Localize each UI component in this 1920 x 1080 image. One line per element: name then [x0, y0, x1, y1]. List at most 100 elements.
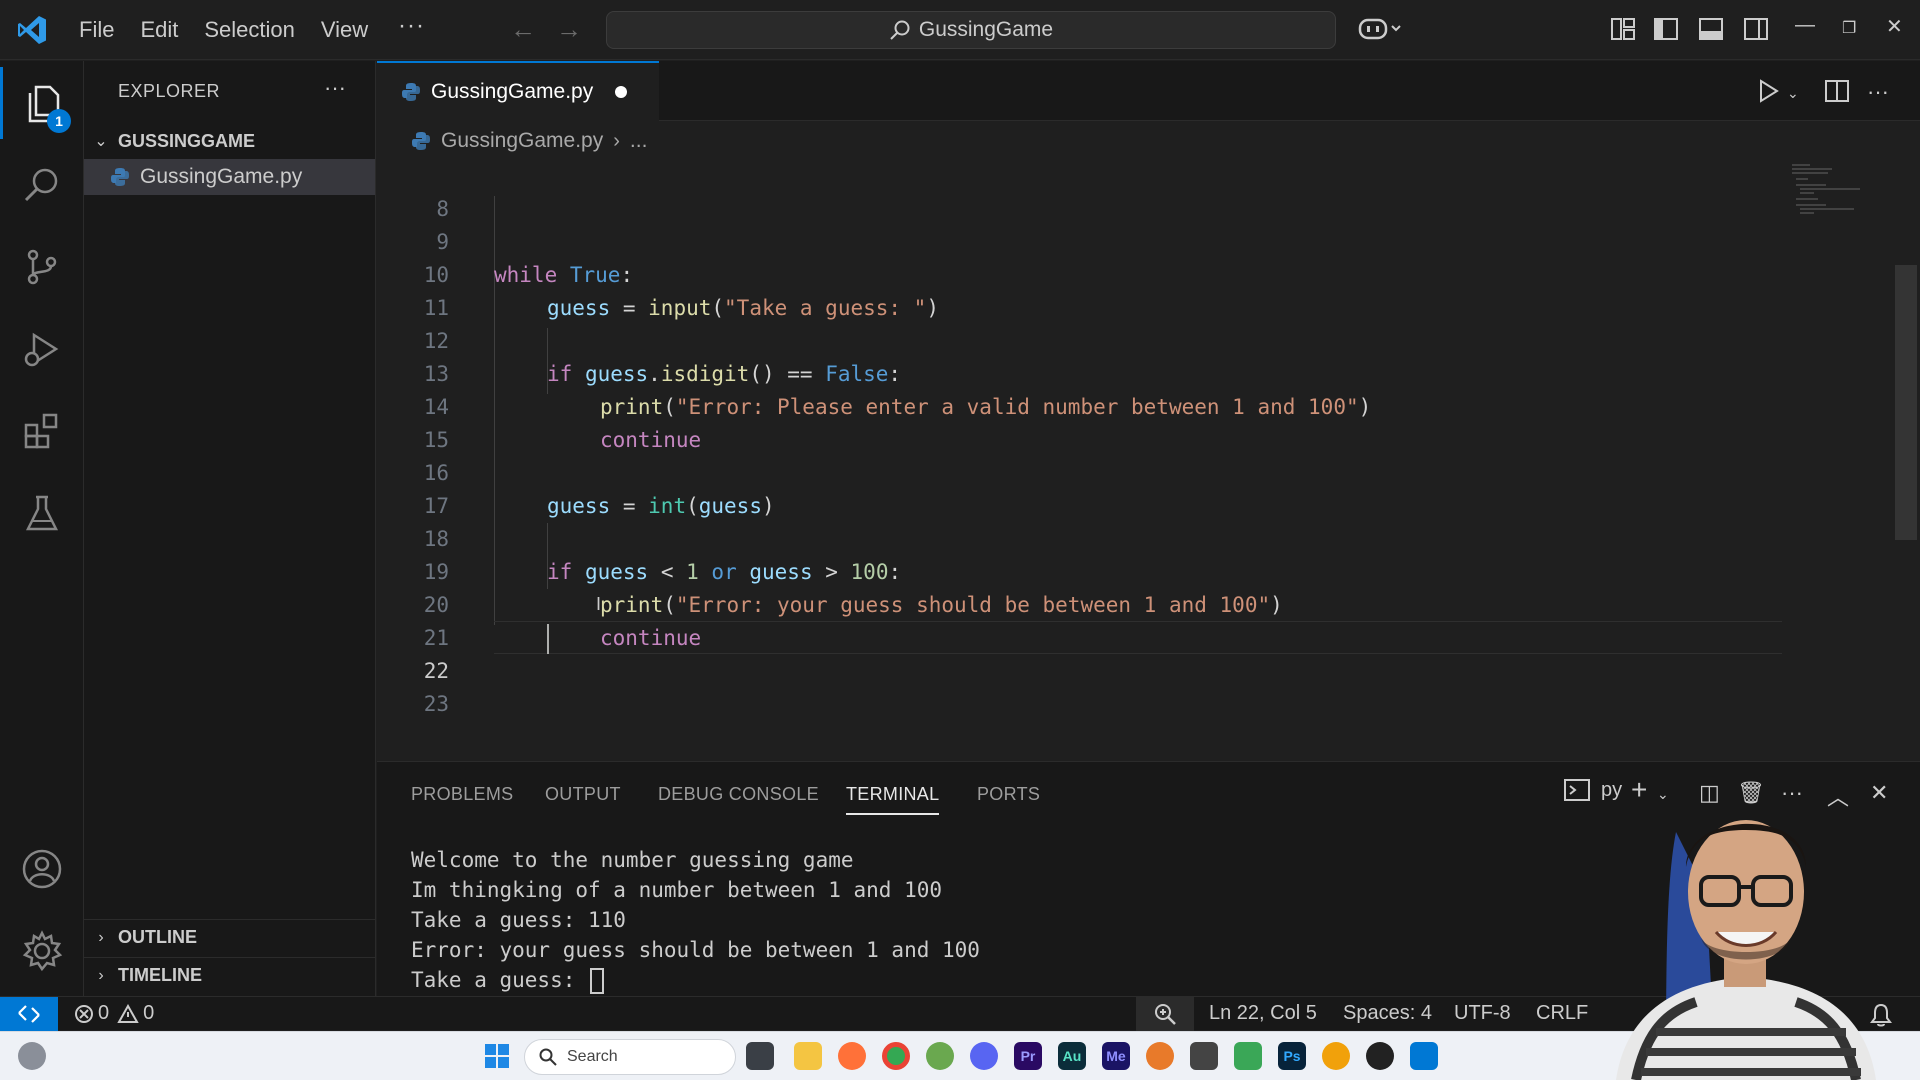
terminal-prompt: Take a guess: — [411, 968, 589, 992]
lock-app-icon[interactable] — [1234, 1042, 1262, 1070]
accounts-activity[interactable] — [0, 833, 84, 905]
tab-ports[interactable]: PORTS — [977, 784, 1040, 805]
taskbar-search[interactable]: Search — [524, 1039, 736, 1075]
gear-icon — [22, 930, 63, 972]
active-tab-indicator — [846, 813, 939, 815]
breadcrumb-file[interactable]: GussingGame.py — [441, 129, 603, 153]
breadcrumb-more[interactable]: ... — [630, 129, 648, 153]
task-view-icon[interactable] — [746, 1042, 774, 1070]
tab-terminal[interactable]: TERMINAL — [846, 784, 939, 805]
blender-icon[interactable] — [1146, 1042, 1174, 1070]
taskbar-search-placeholder: Search — [567, 1048, 618, 1065]
toggle-secondary-sidebar-icon[interactable] — [1743, 16, 1769, 42]
obs-icon[interactable] — [1366, 1042, 1394, 1070]
menu-file[interactable]: File — [66, 17, 127, 43]
command-center-search[interactable]: GussingGame — [606, 11, 1336, 49]
source-control-activity[interactable] — [0, 231, 84, 303]
menu-edit[interactable]: Edit — [127, 17, 191, 43]
problems-status[interactable]: 0 0 — [74, 1002, 154, 1025]
search-icon — [539, 1048, 557, 1066]
zoom-status[interactable] — [1136, 997, 1194, 1031]
code-line: 23 — [377, 655, 1782, 716]
file-item[interactable]: GussingGame.py — [84, 159, 375, 195]
tab-problems[interactable]: PROBLEMS — [411, 784, 513, 805]
code-line: 20 continue — [377, 556, 1782, 650]
app-icon[interactable] — [926, 1042, 954, 1070]
customize-layout-icon[interactable] — [1610, 16, 1636, 42]
vscode-logo-icon — [18, 16, 46, 44]
chrome-icon[interactable] — [882, 1042, 910, 1070]
extensions-activity[interactable] — [0, 395, 84, 467]
code-line: 11 — [377, 259, 1782, 320]
search-label: GussingGame — [918, 18, 1054, 41]
back-arrow-icon[interactable]: ← — [510, 14, 536, 45]
remote-indicator[interactable] — [0, 997, 58, 1031]
firefox-icon[interactable] — [838, 1042, 866, 1070]
forward-arrow-icon[interactable]: → — [556, 14, 582, 45]
timeline-section[interactable]: › TIMELINE — [84, 957, 376, 993]
explorer-badge: 1 — [47, 109, 71, 133]
app-icon[interactable] — [1322, 1042, 1350, 1070]
code-line: 19 print("Error: your guess should be be… — [377, 523, 1782, 617]
menu-bar: File Edit Selection View — [66, 0, 381, 60]
run-debug-activity[interactable] — [0, 313, 84, 385]
vscode-taskbar-icon[interactable] — [1410, 1042, 1438, 1070]
title-bar: File Edit Selection View ··· ← → Gussing… — [0, 0, 1920, 60]
file-explorer-icon[interactable] — [794, 1042, 822, 1070]
more-menu-icon[interactable]: ··· — [398, 12, 425, 40]
terminal-line: Take a guess: 110 — [411, 908, 626, 932]
restore-icon[interactable]: ❐ — [1842, 18, 1856, 38]
discord-icon[interactable] — [970, 1042, 998, 1070]
indentation[interactable]: Spaces: 4 — [1343, 1002, 1432, 1025]
media-encoder-icon[interactable]: Me — [1102, 1042, 1130, 1070]
encoding[interactable]: UTF-8 — [1454, 1002, 1511, 1025]
code-line: 8 — [377, 160, 1782, 221]
terminal-prompt-line: Take a guess: — [411, 965, 605, 995]
close-window-icon[interactable]: ✕ — [1886, 14, 1903, 39]
run-debug-icon — [24, 332, 59, 367]
cursor-position[interactable]: Ln 22, Col 5 — [1209, 1002, 1317, 1025]
webcam-overlay — [1616, 820, 1876, 1080]
search-activity[interactable] — [0, 149, 84, 221]
split-editor-icon[interactable] — [1824, 78, 1850, 104]
photoshop-icon[interactable]: Ps — [1278, 1042, 1306, 1070]
testing-flask-icon — [25, 495, 59, 531]
calendar-icon[interactable] — [1190, 1042, 1218, 1070]
manage-activity[interactable] — [0, 915, 84, 987]
unsaved-dot-icon[interactable] — [615, 86, 628, 98]
menu-view[interactable]: View — [308, 17, 381, 43]
toggle-panel-icon[interactable] — [1698, 16, 1724, 42]
tab-debug-console[interactable]: DEBUG CONSOLE — [658, 784, 819, 805]
widgets-icon[interactable] — [18, 1042, 46, 1070]
error-icon — [75, 1004, 93, 1023]
folder-header[interactable]: ⌄ GUSSINGGAME — [84, 123, 376, 159]
chevron-right-icon: › — [98, 928, 104, 946]
toggle-primary-sidebar-icon[interactable] — [1653, 16, 1679, 42]
folder-name: GUSSINGGAME — [118, 130, 256, 151]
run-python-icon[interactable] — [1755, 78, 1781, 104]
testing-activity[interactable] — [0, 477, 84, 549]
menu-selection[interactable]: Selection — [191, 17, 308, 43]
audition-icon[interactable]: Au — [1058, 1042, 1086, 1070]
editor-scrollbar[interactable] — [1895, 265, 1917, 540]
tab-output[interactable]: OUTPUT — [545, 784, 621, 805]
explorer-activity[interactable]: 1 — [0, 67, 84, 139]
premiere-pro-icon[interactable]: Pr — [1014, 1042, 1042, 1070]
editor-more-icon[interactable]: ··· — [1867, 79, 1889, 105]
code-line: 13 print("Error: Please enter a valid nu… — [377, 325, 1782, 419]
copilot-icon[interactable] — [1358, 14, 1404, 44]
run-dropdown-chevron-icon[interactable]: ⌄ — [1787, 85, 1799, 102]
explorer-sidebar: EXPLORER ··· ⌄ GUSSINGGAME GussingGame.p… — [84, 61, 376, 1013]
windows-start-icon[interactable] — [484, 1043, 510, 1069]
code-editor[interactable]: 8 9 while True: 10 guess = input("Take a… — [377, 160, 1920, 760]
warning-count: 0 — [143, 1002, 155, 1024]
minimize-icon[interactable]: — — [1795, 14, 1815, 37]
source-control-icon — [27, 249, 57, 285]
zoom-icon — [1155, 1004, 1176, 1025]
outline-section[interactable]: › OUTLINE — [84, 919, 376, 955]
explorer-more-icon[interactable]: ··· — [324, 75, 346, 101]
code-line: 10 guess = input("Take a guess: ") — [377, 226, 1782, 320]
terminal-line: Error: your guess should be between 1 an… — [411, 938, 980, 962]
code-line: 22 — [377, 622, 1782, 683]
tab-guessinggame[interactable]: GussingGame.py — [377, 61, 659, 121]
